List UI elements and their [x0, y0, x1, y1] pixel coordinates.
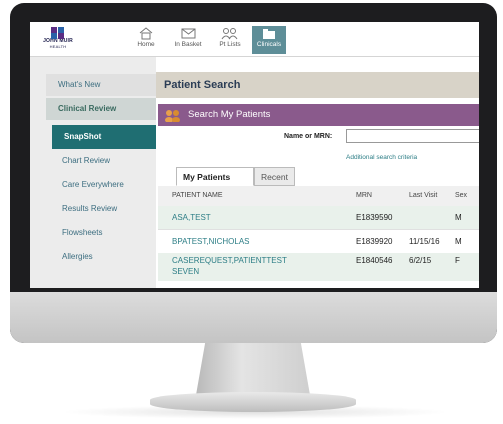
patient-last-visit: 11/15/16 — [409, 237, 440, 246]
folder-icon — [252, 26, 286, 41]
col-last-visit[interactable]: Last Visit — [409, 186, 437, 206]
nav-in-basket[interactable]: In Basket — [171, 26, 205, 54]
table-row[interactable]: ASA,TEST E1839590 M — [158, 206, 479, 229]
top-toolbar: JOHN MUIR HEALTH Home In Basket Pt Lists — [30, 22, 479, 57]
search-my-patients-title: Search My Patients — [188, 109, 271, 120]
patient-mrn: E1839920 — [356, 237, 393, 246]
patient-name[interactable]: CASEREQUEST,PATIENTTEST — [172, 256, 287, 265]
people-icon — [215, 26, 245, 41]
home-icon — [133, 26, 159, 41]
table-header: PATIENT NAME MRN Last Visit Sex — [158, 186, 479, 206]
nav-clinicals-label: Clinicals — [256, 41, 282, 48]
page-title: Patient Search — [156, 72, 479, 98]
col-sex[interactable]: Sex — [455, 186, 467, 206]
monitor-chin — [10, 292, 497, 343]
additional-search-criteria-link[interactable]: Additional search criteria — [346, 154, 417, 161]
menu-clinical-review[interactable]: Clinical Review — [46, 98, 156, 120]
col-mrn[interactable]: MRN — [356, 186, 372, 206]
menu-care-everywhere[interactable]: Care Everywhere — [62, 180, 156, 189]
patient-mrn: E1839590 — [356, 213, 393, 222]
nav-home[interactable]: Home — [133, 26, 159, 54]
menu-flowsheets[interactable]: Flowsheets — [62, 228, 156, 237]
monitor-stand-neck — [196, 343, 310, 395]
envelope-icon — [171, 26, 205, 41]
menu-whats-new[interactable]: What's New — [46, 74, 156, 96]
patient-last-visit: 6/2/15 — [409, 256, 432, 265]
screen: JOHN MUIR HEALTH Home In Basket Pt Lists — [30, 22, 479, 288]
menu-allergies[interactable]: Allergies — [62, 252, 156, 261]
table-row[interactable]: BPATEST,NICHOLAS E1839920 11/15/16 M — [158, 229, 479, 255]
menu-results-review[interactable]: Results Review — [62, 204, 156, 213]
patients-icon — [164, 108, 182, 123]
activity-menu: What's New Clinical Review SnapShot Char… — [30, 57, 156, 288]
col-patient-name[interactable]: PATIENT NAME — [172, 186, 223, 206]
menu-chart-review[interactable]: Chart Review — [62, 156, 156, 165]
monitor-stand-base — [150, 392, 356, 412]
nav-clinicals[interactable]: Clinicals — [252, 26, 286, 54]
patient-name[interactable]: ASA,TEST — [172, 213, 211, 222]
nav-pt-lists-label: Pt Lists — [219, 41, 241, 48]
logo-mark-icon — [51, 27, 65, 39]
logo: JOHN MUIR HEALTH — [36, 27, 80, 55]
nav-home-label: Home — [137, 41, 155, 48]
search-my-patients-header: Search My Patients — [158, 104, 479, 126]
patient-sex: F — [455, 256, 460, 265]
menu-snapshot[interactable]: SnapShot — [52, 125, 156, 149]
name-or-mrn-input[interactable] — [346, 129, 479, 143]
main-content: Patient Search Search My Patients Name o… — [156, 57, 479, 288]
logo-line2: HEALTH — [49, 44, 67, 49]
tab-my-patients[interactable]: My Patients — [176, 167, 254, 186]
nav-in-basket-label: In Basket — [174, 41, 202, 48]
patient-mrn: E1840546 — [356, 256, 393, 265]
patient-sex: M — [455, 237, 462, 246]
nav-pt-lists[interactable]: Pt Lists — [215, 26, 245, 54]
name-or-mrn-label: Name or MRN: — [284, 133, 333, 140]
patient-name-continued[interactable]: SEVEN — [172, 267, 199, 276]
patient-sex: M — [455, 213, 462, 222]
tab-recent[interactable]: Recent — [254, 167, 295, 186]
patient-name[interactable]: BPATEST,NICHOLAS — [172, 237, 250, 246]
table-row[interactable]: CASEREQUEST,PATIENTTEST SEVEN E1840546 6… — [158, 253, 479, 281]
